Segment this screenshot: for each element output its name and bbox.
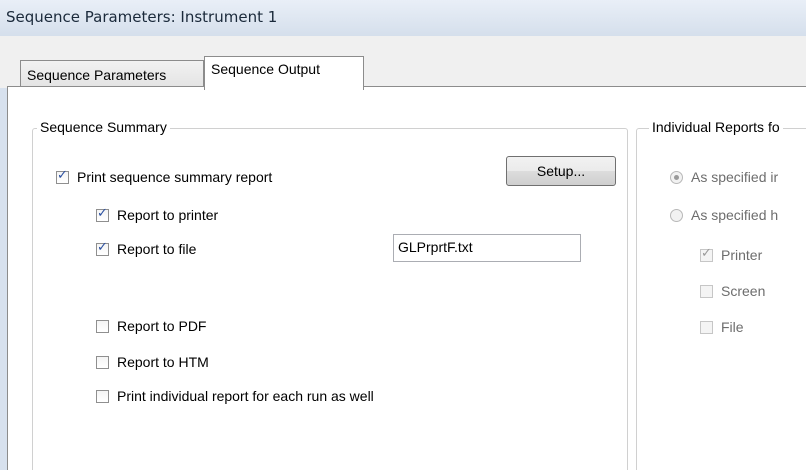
report-to-htm-label: Report to HTM bbox=[117, 354, 209, 370]
printer-checkbox[interactable] bbox=[700, 246, 713, 262]
report-to-pdf-label: Report to PDF bbox=[117, 318, 207, 334]
print-individual-label: Print individual report for each run as … bbox=[117, 388, 374, 404]
report-to-file-row[interactable]: Report to file bbox=[96, 240, 197, 257]
specified-here-radio[interactable] bbox=[670, 208, 683, 222]
report-to-file-checkbox[interactable] bbox=[96, 240, 109, 256]
report-to-pdf-checkbox[interactable] bbox=[96, 319, 109, 333]
tab-sequence-parameters[interactable]: Sequence Parameters bbox=[20, 60, 204, 88]
print-summary-label: Print sequence summary report bbox=[77, 169, 273, 185]
report-to-printer-label: Report to printer bbox=[117, 207, 219, 223]
print-individual-row[interactable]: Print individual report for each run as … bbox=[96, 388, 374, 404]
print-individual-checkbox[interactable] bbox=[96, 389, 109, 403]
setup-button[interactable]: Setup... bbox=[506, 156, 616, 186]
file-checkbox[interactable] bbox=[700, 320, 713, 334]
report-to-printer-checkbox[interactable] bbox=[96, 206, 109, 222]
window-title: Sequence Parameters: Instrument 1 bbox=[6, 8, 278, 26]
specified-here-label: As specified h bbox=[691, 207, 779, 223]
report-to-htm-row[interactable]: Report to HTM bbox=[96, 354, 209, 370]
dialog-window: Sequence Parameters: Instrument 1 Sequen… bbox=[0, 0, 806, 470]
file-label: File bbox=[721, 319, 744, 335]
specified-in-label: As specified ir bbox=[691, 169, 779, 185]
specified-in-radio[interactable] bbox=[670, 170, 683, 184]
sequence-summary-label: Sequence Summary bbox=[37, 119, 170, 135]
screen-checkbox[interactable] bbox=[700, 284, 713, 298]
tab-strip: Sequence Parameters Sequence Output bbox=[0, 36, 806, 90]
print-summary-checkbox[interactable] bbox=[56, 168, 69, 184]
print-summary-row[interactable]: Print sequence summary report bbox=[56, 168, 273, 185]
printer-label: Printer bbox=[721, 247, 763, 263]
file-row[interactable]: File bbox=[700, 319, 744, 335]
report-filename-input[interactable]: GLPrprtF.txt bbox=[393, 234, 581, 262]
report-to-file-label: Report to file bbox=[117, 241, 197, 257]
printer-row[interactable]: Printer bbox=[700, 246, 763, 263]
specified-in-radio-row[interactable]: As specified ir bbox=[670, 169, 778, 185]
report-to-pdf-row[interactable]: Report to PDF bbox=[96, 318, 206, 334]
screen-row[interactable]: Screen bbox=[700, 283, 765, 299]
report-to-printer-row[interactable]: Report to printer bbox=[96, 206, 219, 223]
screen-label: Screen bbox=[721, 283, 766, 299]
title-bar[interactable]: Sequence Parameters: Instrument 1 bbox=[0, 0, 806, 37]
specified-here-radio-row[interactable]: As specified h bbox=[670, 207, 778, 223]
individual-reports-label: Individual Reports fo bbox=[649, 119, 783, 135]
report-to-htm-checkbox[interactable] bbox=[96, 355, 109, 369]
tab-sequence-output[interactable]: Sequence Output bbox=[204, 56, 364, 90]
